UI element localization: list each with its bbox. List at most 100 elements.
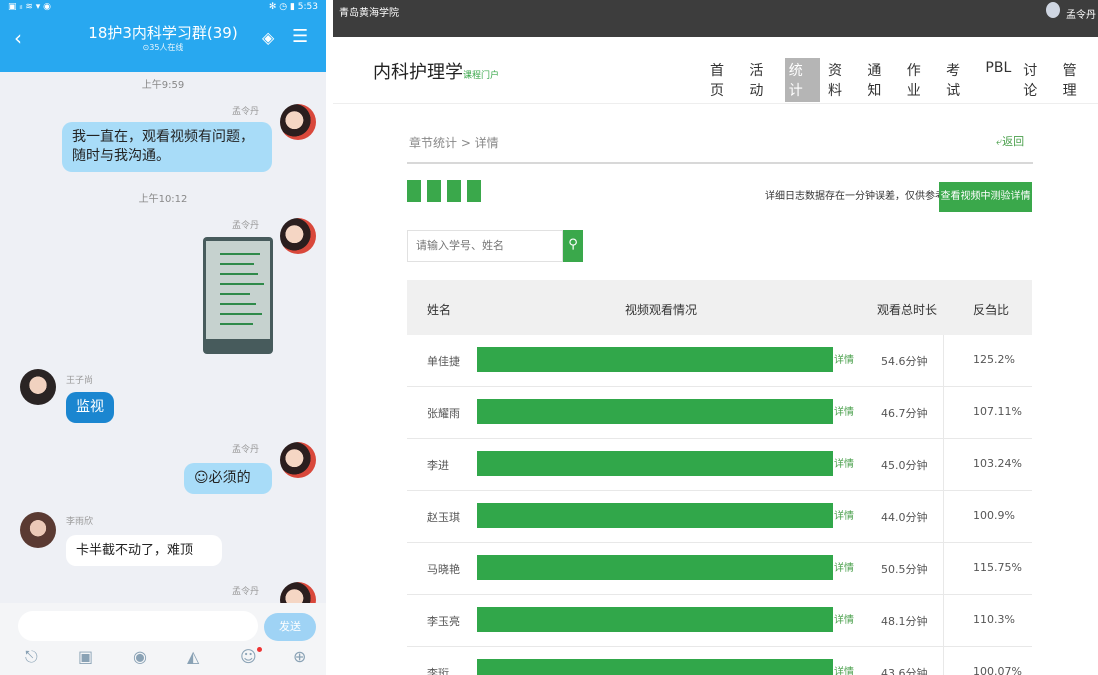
chat-header: ‹ 18护3内科学习群(39) ⊙35人在线 ◈ ☰ <box>0 14 326 72</box>
site-name: 青岛黄海学院 <box>339 8 399 19</box>
sender-name: 孟令丹 <box>232 445 260 455</box>
total-duration: 54.6分钟 <box>881 355 928 368</box>
student-name: 赵玉琪 <box>427 511 460 524</box>
detail-link[interactable]: 详情 <box>834 507 854 522</box>
total-duration: 50.5分钟 <box>881 563 928 576</box>
viewing-progress-bar <box>477 347 833 372</box>
chapter-tab[interactable] <box>427 180 441 202</box>
nav-home[interactable]: 首页 <box>706 58 741 102</box>
table-row: 赵玉琪 详情 44.0分钟 100.9% <box>407 491 1032 543</box>
main-nav: 首页 活动 统计 资料 通知 作业 考试 PBL 讨论 管理 <box>706 58 1098 102</box>
avatar[interactable] <box>280 442 316 478</box>
column-header-duration: 观看总时长 <box>877 303 938 317</box>
chapter-tab[interactable] <box>467 180 481 202</box>
nav-discussion[interactable]: 讨论 <box>1019 58 1054 102</box>
review-ratio: 103.24% <box>973 457 1022 470</box>
message-bubble[interactable]: 我一直在，观看视频有问题，随时与我沟通。 <box>62 122 272 172</box>
avatar[interactable] <box>280 218 316 254</box>
review-ratio: 110.3% <box>973 613 1015 626</box>
status-bar: ▣ ᵢₗ ≋ ▾ ◉ ✻ ◷ ▮ 5:53 <box>0 0 326 14</box>
chat-app-screen: ▣ ᵢₗ ≋ ▾ ◉ ✻ ◷ ▮ 5:53 ‹ 18护3内科学习群(39) ⊙3… <box>0 0 326 675</box>
search-icon: ⚲ <box>568 237 578 252</box>
plus-icon[interactable]: ⊕ <box>293 647 306 666</box>
message-bubble[interactable]: 卡半截不动了，难顶 <box>66 535 222 566</box>
search-button[interactable]: ⚲ <box>563 230 583 262</box>
avatar[interactable] <box>280 104 316 140</box>
table-header: 姓名 视频观看情况 观看总时长 反刍比 <box>407 280 1032 335</box>
breadcrumb[interactable]: 章节统计 > 详情 <box>409 134 499 151</box>
camera-icon[interactable]: ◉ <box>133 647 147 666</box>
microphone-icon[interactable]: ⎋ <box>25 647 38 667</box>
table-row: 李进 详情 45.0分钟 103.24% <box>407 439 1032 491</box>
image-message[interactable] <box>203 237 273 354</box>
nav-manage[interactable]: 管理 <box>1059 58 1094 102</box>
viewing-progress-bar <box>477 555 833 580</box>
red-packet-icon[interactable]: ◭ <box>187 647 199 666</box>
table-row: 李珩 详情 43.6分钟 100.07% <box>407 647 1032 675</box>
column-divider <box>943 647 944 675</box>
column-divider <box>943 543 944 595</box>
viewing-progress-bar <box>477 503 833 528</box>
search-input[interactable] <box>407 230 563 262</box>
nav-materials[interactable]: 资料 <box>824 58 859 102</box>
detail-link[interactable]: 详情 <box>834 351 854 366</box>
sender-name: 孟令丹 <box>232 221 260 231</box>
table-row: 单佳捷 详情 54.6分钟 125.2% <box>407 335 1032 387</box>
student-name: 李珩 <box>427 667 449 675</box>
course-stats-page: 青岛黄海学院 孟令丹 内科护理学课程门户 首页 活动 统计 资料 通知 作业 考… <box>333 0 1098 675</box>
back-link[interactable]: ⤶返回 <box>996 133 1024 149</box>
detail-link[interactable]: 详情 <box>834 403 854 418</box>
message-bubble[interactable]: ☺必须的 <box>184 463 272 494</box>
emoji-icon[interactable]: ☺ <box>240 647 257 666</box>
student-name: 张耀雨 <box>427 407 460 420</box>
sender-name: 孟令丹 <box>232 587 260 597</box>
nav-exam[interactable]: 考试 <box>942 58 977 102</box>
chapter-tab[interactable] <box>407 180 421 202</box>
nav-activity[interactable]: 活动 <box>745 58 780 102</box>
total-duration: 46.7分钟 <box>881 407 928 420</box>
nav-pbl[interactable]: PBL <box>981 58 1015 102</box>
screenshot-thumbnail <box>206 241 270 339</box>
header-divider <box>333 103 1098 104</box>
emoji-smile-icon: ☺ <box>194 470 209 486</box>
message-input[interactable] <box>18 611 258 641</box>
course-title[interactable]: 内科护理学课程门户 <box>373 58 499 84</box>
notification-dot <box>257 647 262 652</box>
viewing-progress-bar <box>477 607 833 632</box>
avatar[interactable] <box>20 369 56 405</box>
total-duration: 43.6分钟 <box>881 667 928 675</box>
chat-title: 18护3内科学习群(39) <box>88 24 238 42</box>
review-ratio: 100.9% <box>973 509 1015 522</box>
table-row: 李玉亮 详情 48.1分钟 110.3% <box>407 595 1032 647</box>
breadcrumb-divider <box>407 162 1033 164</box>
image-icon[interactable]: ▣ <box>78 647 93 666</box>
chapter-tab[interactable] <box>447 180 461 202</box>
chat-input-bar: 发送 ⎋ ▣ ◉ ◭ ☺ ⊕ <box>0 603 326 675</box>
viewing-progress-bar <box>477 659 833 675</box>
detail-link[interactable]: 详情 <box>834 663 854 675</box>
student-name: 马晓艳 <box>427 563 460 576</box>
robot-icon[interactable]: ◈ <box>262 28 274 47</box>
table-row: 张耀雨 详情 46.7分钟 107.11% <box>407 387 1032 439</box>
user-name[interactable]: 孟令丹 <box>1066 6 1096 21</box>
menu-icon[interactable]: ☰ <box>292 26 308 47</box>
column-divider <box>943 439 944 491</box>
detail-link[interactable]: 详情 <box>834 455 854 470</box>
detail-link[interactable]: 详情 <box>834 611 854 626</box>
detail-link[interactable]: 详情 <box>834 559 854 574</box>
quiz-detail-button[interactable]: 查看视频中测验详情 <box>939 182 1032 212</box>
total-duration: 45.0分钟 <box>881 459 928 472</box>
review-ratio: 115.75% <box>973 561 1022 574</box>
send-button[interactable]: 发送 <box>264 613 316 641</box>
nav-homework[interactable]: 作业 <box>903 58 938 102</box>
data-note: 详细日志数据存在一分钟误差，仅供参考 <box>765 191 945 202</box>
user-avatar[interactable] <box>1046 2 1060 18</box>
total-duration: 44.0分钟 <box>881 511 928 524</box>
nav-statistics[interactable]: 统计 <box>784 58 821 102</box>
timestamp: 上午9:59 <box>141 80 185 91</box>
review-ratio: 107.11% <box>973 405 1022 418</box>
message-text: 必须的 <box>208 470 251 486</box>
avatar[interactable] <box>20 512 56 548</box>
nav-notices[interactable]: 通知 <box>863 58 898 102</box>
message-bubble[interactable]: 监视 <box>66 392 114 423</box>
